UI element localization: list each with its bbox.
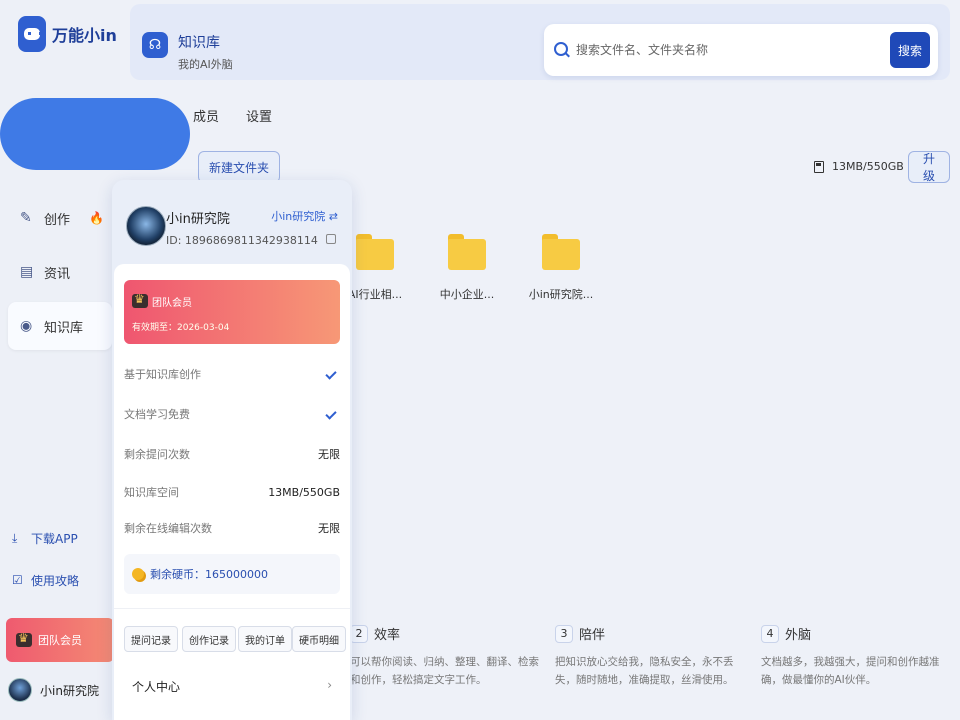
knowledge-brain-icon: ☊ [142,32,168,58]
team-member-label: 团队会员 [38,634,82,647]
sidebar-item-label: 资讯 [44,266,71,282]
sidebar-item-label: 知识库 [44,320,84,336]
tab-members[interactable]: 成员 [193,106,219,125]
benefit-label: 剩余在线编辑次数 [124,522,212,535]
check-icon [325,368,337,380]
search-input[interactable] [576,38,876,62]
benefit-value: 13MB/550GB [268,485,340,499]
creation-history-button[interactable]: 创作记录 [182,626,236,652]
robot-logo-icon [18,16,46,52]
feature-card: 2 效率 可以帮你阅读、归纳、整理、翻译、检索和创作，轻松搞定文字工作。 [350,624,540,689]
page-subtitle: 我的AI外脑 [178,58,233,71]
pencil-icon: ✎ [20,210,32,226]
user-name: 小in研究院 [40,683,99,698]
folder-item[interactable]: 中小企业... [432,234,502,302]
feature-number: 4 [761,624,779,643]
feature-title: 效率 [374,628,401,643]
crown-icon [16,631,32,647]
page-header: ☊ 知识库 我的AI外脑 搜索 [130,4,950,80]
feature-number: 3 [555,624,573,643]
feature-text: 可以帮你阅读、归纳、整理、翻译、检索和创作，轻松搞定文字工作。 [350,656,539,686]
download-app-link[interactable]: ⤓ 下载APP [12,530,78,547]
feature-card: 4 外脑 文档越多，我越强大，提问和创作越准确，做最懂你的AI伙伴。 [761,624,951,689]
benefit-value: 无限 [318,448,340,461]
sidebar-item-news[interactable]: ▤ 资讯 [8,248,112,296]
popup-user-name: 小in研究院 [166,212,230,227]
benefit-label: 剩余提问次数 [124,448,190,461]
storage-value: 13MB/550GB [832,160,904,173]
app-logo[interactable]: 万能小in [18,16,117,52]
crown-icon [132,292,148,308]
divider [114,608,350,609]
benefit-label: 基于知识库创作 [124,368,201,381]
switch-account-button[interactable]: 小in研究院 ⇄ [271,208,338,224]
feature-text: 把知识放心交给我，隐私安全，永不丢失，随时随地，准确提取，丝滑使用。 [555,656,734,686]
my-orders-button[interactable]: 我的订单 [238,626,292,652]
check-icon [325,408,337,420]
benefit-row: 知识库空间 13MB/550GB [124,484,340,500]
sidebar-item-knowledge[interactable]: ◉ 知识库 [8,302,112,350]
feature-number: 2 [350,624,368,643]
avatar [8,678,32,702]
search-icon [554,42,568,56]
upgrade-button[interactable]: 升级 [908,151,950,183]
feature-card: 3 陪伴 把知识放心交给我，隐私安全，永不丢失，随时随地，准确提取，丝滑使用。 [555,624,745,689]
checklist-icon: ☑ [12,573,23,587]
benefit-label: 文档学习免费 [124,408,190,421]
brain-icon: ◉ [20,318,33,334]
coin-details-button[interactable]: 硬币明细 [292,626,346,652]
tab-settings[interactable]: 设置 [246,106,272,125]
storage-icon [814,160,824,173]
benefit-label: 知识库空间 [124,486,179,499]
member-expiry: 有效期至：2026-03-04 [132,323,230,333]
guide-link[interactable]: ☑ 使用攻略 [12,572,79,589]
folder-label: 中小企业... [439,288,495,301]
new-folder-button[interactable]: 新建文件夹 [198,151,281,183]
member-card: 团队会员 有效期至：2026-03-04 [124,280,340,344]
team-member-badge[interactable]: 团队会员 [6,618,114,662]
folder-item[interactable]: 小in研究院... [526,234,596,302]
page-title: 知识库 [178,35,220,51]
feature-title: 外脑 [785,628,812,643]
download-app-label: 下载APP [31,532,78,546]
user-profile[interactable]: 小in研究院 [8,678,99,702]
personal-center-link[interactable]: 个人中心 › [132,678,332,695]
app-name: 万能小in [52,26,117,45]
benefit-value: 无限 [318,522,340,535]
question-history-button[interactable]: 提问记录 [124,626,178,652]
news-icon: ▤ [20,264,34,280]
coin-icon [132,568,144,580]
personal-center-label: 个人中心 [132,680,181,694]
search-box: 搜索 [544,24,938,76]
download-icon: ⤓ [12,531,18,545]
user-popup: 小in研究院 小in研究院 ⇄ ID: 1896869811342938114 … [112,180,352,720]
coins-label: 剩余硬币：165000000 [150,568,268,581]
popup-body: 团队会员 有效期至：2026-03-04 基于知识库创作 文档学习免费 剩余提问… [114,264,350,720]
chevron-right-icon: › [327,678,332,692]
search-button[interactable]: 搜索 [890,32,930,68]
folder-label: 小in研究院... [528,288,594,301]
benefit-row: 基于知识库创作 [124,366,340,382]
sidebar-item-create[interactable]: ✎ 创作 🔥 [8,194,112,242]
feature-text: 文档越多，我越强大，提问和创作越准确，做最懂你的AI伙伴。 [761,656,940,686]
avatar [126,206,166,246]
member-title: 团队会员 [152,298,192,309]
folder-icon [356,234,394,270]
fire-icon: 🔥 [89,211,104,225]
sidebar-item-label: 创作 [44,212,71,228]
benefit-row: 剩余提问次数 无限 [124,446,340,462]
benefit-row: 剩余在线编辑次数 无限 [124,520,340,536]
copy-icon[interactable] [326,234,336,244]
guide-label: 使用攻略 [31,574,80,588]
tooltip-bubble [0,98,190,170]
coins-balance: 剩余硬币：165000000 [124,554,340,594]
folder-icon [542,234,580,270]
user-id: ID: 1896869811342938114 [166,234,318,247]
storage-indicator: 13MB/550GB [814,160,904,173]
benefit-row: 文档学习免费 [124,406,340,422]
feature-title: 陪伴 [579,628,606,643]
folder-icon [448,234,486,270]
